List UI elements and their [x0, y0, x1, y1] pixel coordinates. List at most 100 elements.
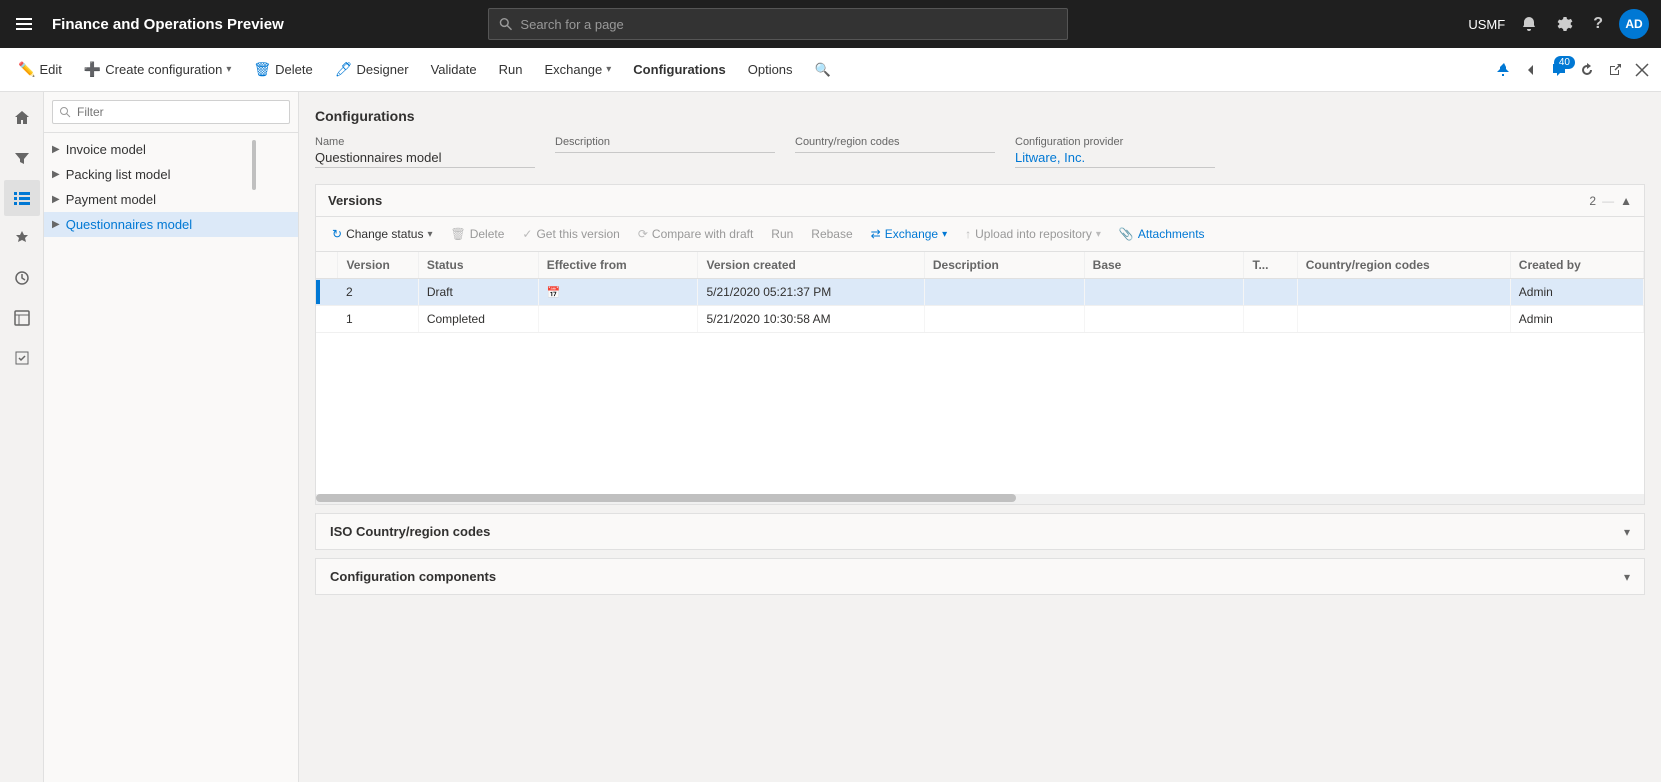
side-navigation	[0, 92, 44, 782]
refresh-button[interactable]	[1575, 58, 1599, 82]
col-header-base[interactable]: Base	[1084, 252, 1244, 279]
provider-field: Configuration provider Litware, Inc.	[1015, 136, 1215, 168]
cell-created-by: Admin	[1510, 306, 1643, 333]
country-value	[795, 150, 995, 153]
tree-item-packing[interactable]: ▶ Packing list model	[44, 162, 298, 187]
create-configuration-button[interactable]: ➕ Create configuration ▾	[74, 55, 242, 84]
search-input[interactable]	[520, 17, 1057, 32]
tree-items-list: ▶ Invoice model ▶ Packing list model ▶ P…	[44, 133, 298, 782]
badge-container: 40	[1547, 58, 1571, 82]
row-indicator-cell	[316, 306, 338, 333]
table-row[interactable]: 2 Draft 📅 5/21/2020 05:21:37 PM Admin	[316, 279, 1644, 306]
form-fields: Name Questionnaires model Description Co…	[315, 136, 1645, 168]
cell-country-codes	[1297, 306, 1510, 333]
cell-description	[924, 279, 1084, 306]
section-title: Configurations	[315, 108, 1645, 124]
config-components-title: Configuration components	[330, 569, 1624, 584]
change-status-button[interactable]: ↻ Change status ▾	[324, 223, 440, 245]
col-header-t[interactable]: T...	[1244, 252, 1297, 279]
exchange-chevron: ▾	[606, 64, 611, 75]
cmd-right-buttons: 40	[1491, 58, 1653, 82]
dash-icon: —	[1602, 194, 1614, 208]
chevron-icon: ▶	[52, 194, 60, 205]
upload-repository-button: ↑ Upload into repository ▾	[957, 223, 1109, 245]
provider-value[interactable]: Litware, Inc.	[1015, 150, 1215, 168]
notifications-button[interactable]	[1517, 12, 1541, 36]
table-empty-area	[316, 333, 1644, 493]
cell-version-created: 5/21/2020 10:30:58 AM	[698, 306, 924, 333]
message-badge: 40	[1554, 56, 1575, 69]
chevron-down-icon: ▾	[1624, 525, 1630, 539]
search-bar[interactable]	[488, 8, 1068, 40]
nav-home[interactable]	[4, 100, 40, 136]
search-cmd-button[interactable]: 🔍	[805, 56, 841, 84]
exchange-icon: ⇄	[871, 227, 881, 241]
edit-button[interactable]: ✏️ Edit	[8, 55, 72, 84]
cell-effective	[538, 306, 698, 333]
col-header-effective[interactable]: Effective from	[538, 252, 698, 279]
nav-table[interactable]	[4, 300, 40, 336]
col-header-version[interactable]: Version	[338, 252, 418, 279]
exchange-button[interactable]: Exchange ▾	[534, 56, 621, 83]
country-field: Country/region codes	[795, 136, 995, 168]
nav-list[interactable]	[4, 180, 40, 216]
nav-filter[interactable]	[4, 140, 40, 176]
change-status-chevron: ▾	[427, 229, 432, 240]
cell-country-codes	[1297, 279, 1510, 306]
tree-item-invoice[interactable]: ▶ Invoice model	[44, 137, 298, 162]
chevron-down-icon: ▾	[1624, 570, 1630, 584]
back-button[interactable]	[1519, 58, 1543, 82]
calendar-icon: 📅	[547, 287, 561, 299]
iso-section-header[interactable]: ISO Country/region codes ▾	[316, 514, 1644, 549]
tree-panel: ▶ Invoice model ▶ Packing list model ▶ P…	[44, 92, 299, 782]
pin-button[interactable]	[1491, 58, 1515, 82]
col-header-description[interactable]: Description	[924, 252, 1084, 279]
upload-chevron: ▾	[1096, 229, 1101, 240]
delete-icon: 🗑	[253, 61, 271, 78]
settings-button[interactable]	[1553, 12, 1577, 36]
versions-count: 2 — ▲	[1589, 194, 1632, 208]
delete-button[interactable]: 🗑 Delete	[243, 55, 322, 84]
attachment-icon: 📎	[1119, 227, 1134, 241]
run-button[interactable]: Run	[489, 56, 533, 83]
validate-button[interactable]: Validate	[421, 56, 487, 83]
configurations-button[interactable]: Configurations	[623, 56, 735, 83]
cell-base	[1084, 279, 1244, 306]
cell-effective: 📅	[538, 279, 698, 306]
designer-button[interactable]: 🖊 Designer	[325, 55, 419, 84]
col-header-created-by[interactable]: Created by	[1510, 252, 1643, 279]
col-header-status[interactable]: Status	[418, 252, 538, 279]
scroll-thumb[interactable]	[316, 494, 1016, 502]
col-header-country-codes[interactable]: Country/region codes	[1297, 252, 1510, 279]
help-button[interactable]: ?	[1589, 11, 1607, 37]
cell-status: Draft	[418, 279, 538, 306]
tree-item-payment[interactable]: ▶ Payment model	[44, 187, 298, 212]
config-components-header[interactable]: Configuration components ▾	[316, 559, 1644, 594]
tree-filter-input[interactable]	[52, 100, 290, 124]
cell-status: Completed	[418, 306, 538, 333]
tree-scroll-thumb	[252, 140, 256, 190]
nav-recent[interactable]	[4, 260, 40, 296]
versions-exchange-button[interactable]: ⇄ Exchange ▾	[863, 223, 955, 245]
tree-filter-area	[44, 92, 298, 133]
options-button[interactable]: Options	[738, 56, 803, 83]
versions-section: Versions 2 — ▲ ↻ Change status ▾ 🗑 Delet…	[315, 184, 1645, 505]
open-external-button[interactable]	[1603, 58, 1627, 82]
cell-description	[924, 306, 1084, 333]
hamburger-menu-button[interactable]	[12, 12, 36, 36]
close-button[interactable]	[1631, 59, 1653, 81]
exchange-v-chevron: ▾	[942, 229, 947, 240]
col-header-version-created[interactable]: Version created	[698, 252, 924, 279]
change-status-icon: ↻	[332, 227, 342, 241]
name-label: Name	[315, 136, 535, 148]
horizontal-scroll-bar[interactable]	[316, 494, 1644, 504]
versions-collapse-button[interactable]: ▲	[1620, 194, 1632, 208]
nav-checklist[interactable]	[4, 340, 40, 376]
table-row[interactable]: 1 Completed 5/21/2020 10:30:58 AM Admin	[316, 306, 1644, 333]
cell-created-by: Admin	[1510, 279, 1643, 306]
tree-item-questionnaires[interactable]: ▶ Questionnaires model	[44, 212, 298, 237]
nav-star[interactable]	[4, 220, 40, 256]
user-label: USMF	[1468, 17, 1505, 32]
edit-icon: ✏️	[18, 61, 35, 78]
attachments-button[interactable]: 📎 Attachments	[1111, 223, 1213, 245]
